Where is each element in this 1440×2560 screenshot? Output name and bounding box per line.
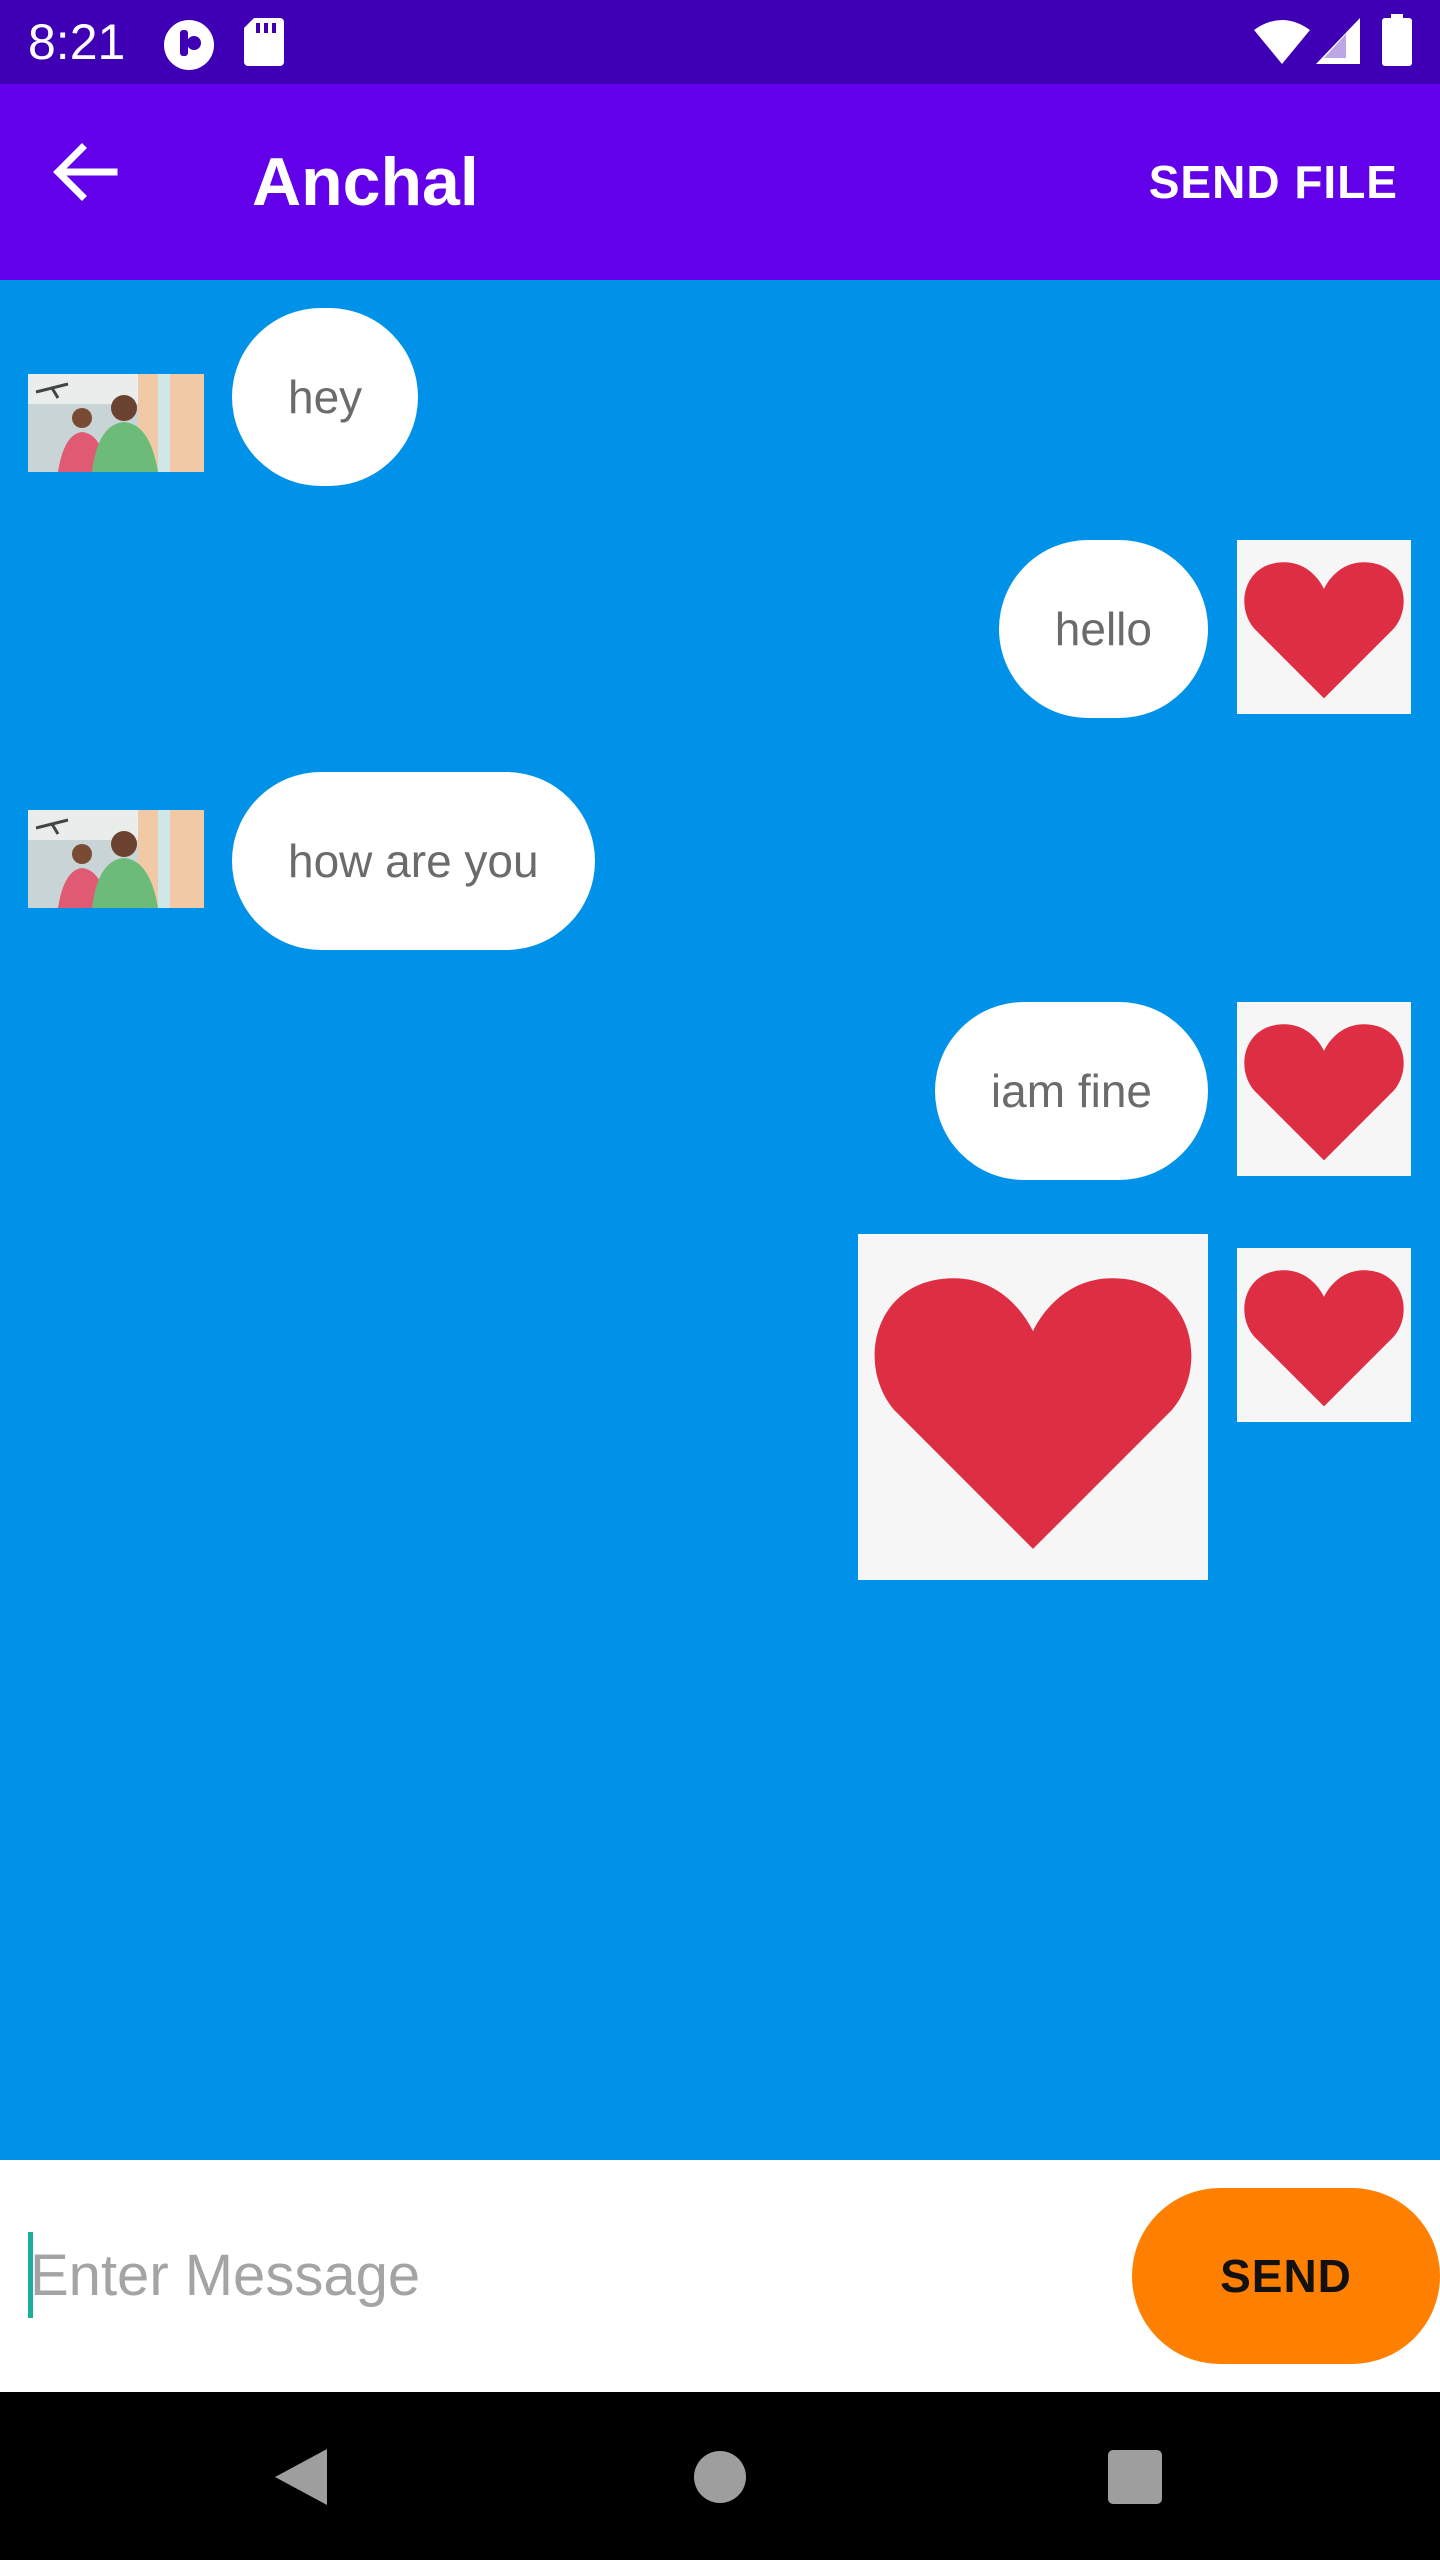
contact-avatar <box>28 374 204 472</box>
sender-avatar <box>1237 540 1411 714</box>
status-time: 8:21 <box>28 14 126 70</box>
nav-back-button[interactable] <box>256 2432 346 2522</box>
arrow-back-icon <box>53 143 118 201</box>
system-nav-bar <box>0 2392 1440 2560</box>
nav-recents-icon <box>1108 2450 1162 2504</box>
nav-home-icon <box>694 2451 746 2503</box>
nav-recents-button[interactable] <box>1090 2432 1180 2522</box>
image-message[interactable] <box>858 1234 1208 1580</box>
chat-title: Anchal <box>252 144 479 220</box>
wifi-icon <box>1254 20 1310 64</box>
send-file-button[interactable]: SEND FILE <box>1149 154 1398 210</box>
nav-back-icon <box>275 2449 327 2505</box>
message-row: iam fine <box>0 1002 1440 1182</box>
contact-avatar <box>28 810 204 908</box>
message-row: hello <box>0 540 1440 720</box>
status-bar: 8:21 <box>0 0 1440 84</box>
sd-card-icon <box>244 18 284 66</box>
message-list[interactable]: hey hello how are you iam fine <box>0 280 1440 2160</box>
heart-icon <box>874 1278 1192 1549</box>
app-bar: Anchal SEND FILE <box>0 84 1440 280</box>
nav-home-button[interactable] <box>675 2432 765 2522</box>
message-bubble-sent: hello <box>998 540 1208 718</box>
cellular-signal-icon <box>1316 18 1360 64</box>
message-bubble-received: how are you <box>232 772 595 950</box>
message-row <box>0 1234 1440 1580</box>
send-button[interactable]: SEND <box>1132 2188 1440 2364</box>
message-bubble-received: hey <box>232 308 419 486</box>
message-composer: SEND <box>0 2160 1440 2392</box>
contact-photo-icon <box>28 810 204 908</box>
heart-icon <box>1244 1270 1404 1407</box>
app-notification-icon <box>164 20 214 70</box>
heart-icon <box>1244 562 1404 699</box>
battery-icon <box>1382 14 1412 66</box>
sender-avatar <box>1237 1002 1411 1176</box>
message-row: hey <box>0 308 1440 488</box>
heart-icon <box>1244 1024 1404 1161</box>
message-row: how are you <box>0 772 1440 952</box>
sender-avatar <box>1237 1248 1411 1422</box>
message-bubble-sent: iam fine <box>934 1002 1208 1180</box>
back-button[interactable] <box>52 142 142 222</box>
message-input[interactable] <box>30 2230 1110 2320</box>
contact-photo-icon <box>28 374 204 472</box>
